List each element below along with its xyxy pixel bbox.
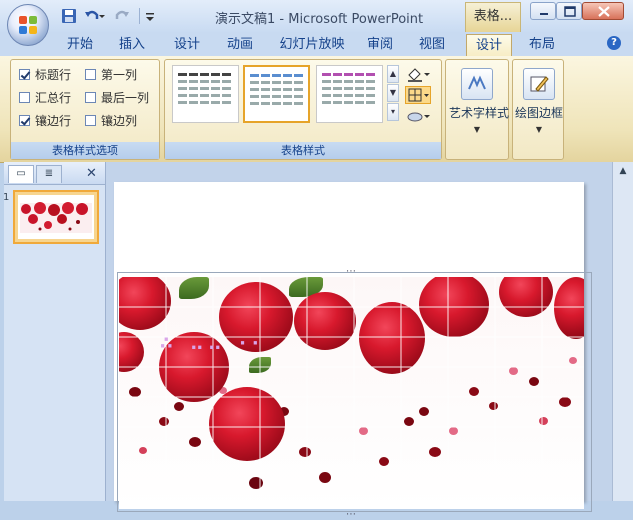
gallery-scroll-down-icon[interactable]: ▼ [387,84,399,102]
tab-insert[interactable]: 插入 [110,34,154,56]
table-style-swatch[interactable] [172,65,239,123]
wordart-icon [461,68,493,100]
wordart-styles-button[interactable]: 艺术字样式 ▼ [449,64,510,144]
office-button[interactable] [7,4,49,46]
tab-home[interactable]: 开始 [58,34,102,56]
tab-layout[interactable]: 布局 [520,34,564,56]
effects-icon[interactable] [405,107,431,125]
title-bar: 演示文稿1 - Microsoft PowerPoint 表格... [0,0,633,32]
context-tab-table-tools[interactable]: 表格... [465,2,521,32]
tab-slideshow[interactable]: 幻灯片放映 [272,34,352,56]
qat-separator [139,8,140,24]
tab-table-design[interactable]: 设计 [466,34,512,56]
gallery-more-icon[interactable]: ▾ [387,103,399,121]
slides-tab-icon[interactable]: ▭ [8,165,34,183]
vertical-scrollbar[interactable]: ▲ [612,162,633,501]
checkbox-banded-rows-box[interactable] [19,114,30,126]
checkbox-banded-columns[interactable]: 镶边列 [85,112,137,128]
checkbox-banded-columns-box[interactable] [85,114,96,126]
checkbox-first-column[interactable]: 第一列 [85,66,137,82]
checkbox-label: 汇总行 [35,90,72,105]
dropdown-arrow-icon: ▼ [473,125,481,134]
slide-bottom-text: ∴ ‥‥ ·· [160,333,265,354]
close-pane-icon[interactable]: ✕ [86,166,97,181]
draw-borders-button[interactable]: 绘图边框 ▼ [511,64,567,144]
maximize-button[interactable] [556,2,582,20]
group-label: 表格样式选项 [11,142,159,159]
checkbox-total-row[interactable]: 汇总行 [19,89,71,105]
checkbox-label: 镶边行 [35,113,72,128]
tab-view[interactable]: 视图 [410,34,454,56]
resize-handle-bottom[interactable]: ⋯ [346,509,357,520]
shading-icon[interactable] [405,65,431,83]
gallery-scroll-up-icon[interactable]: ▲ [387,65,399,83]
dropdown-arrow-icon: ▼ [535,125,543,134]
checkbox-label: 标题行 [35,67,72,82]
slide-number: 1 [3,192,10,203]
group-label: 表格样式 [165,142,441,159]
help-icon[interactable]: ? [607,36,621,50]
tab-review[interactable]: 审阅 [358,34,402,56]
checkbox-last-column-box[interactable] [85,91,96,103]
draw-borders-label: 绘图边框 [514,106,563,120]
checkbox-total-row-box[interactable] [19,91,30,103]
ribbon-panel: 标题行 第一列 汇总行 最后一列 镶边行 镶边列 表格样式选项 ▲ ▼ ▾ 表格… [0,56,633,163]
redo-icon[interactable] [113,7,131,25]
ribbon-tabs: 开始 插入 设计 动画 幻灯片放映 审阅 视图 设计 布局 [0,32,633,56]
close-button[interactable] [582,2,624,20]
undo-dropdown-icon[interactable] [98,7,106,25]
group-table-style-options: 标题行 第一列 汇总行 最后一列 镶边行 镶边列 表格样式选项 [10,59,160,160]
save-icon[interactable] [60,7,78,25]
group-table-styles: ▲ ▼ ▾ 表格样式 [164,59,442,160]
pane-tabs: ▭ ≣ ✕ [4,162,105,185]
group-draw-borders: 绘图边框 ▼ [512,59,564,160]
wordart-label: 艺术字样式 [449,106,510,120]
slide-thumbnail-image [18,195,94,239]
scroll-up-icon[interactable]: ▲ [616,166,630,180]
customize-icon[interactable] [145,7,155,25]
checkbox-last-column[interactable]: 最后一列 [85,89,149,105]
resize-handle-top[interactable]: ⋯ [346,266,357,277]
slides-pane: ▭ ≣ ✕ 1 [3,162,106,501]
slide-workspace: ⋯ ⋯ [106,162,612,520]
minimize-button[interactable] [530,2,556,20]
borders-icon[interactable] [405,86,431,104]
checkbox-label: 第一列 [101,67,138,82]
group-wordart: 艺术字样式 ▼ [445,59,509,160]
checkbox-label: 最后一列 [101,90,150,105]
checkbox-header-row-box[interactable] [19,68,30,80]
window-title: 演示文稿1 - Microsoft PowerPoint [215,12,424,27]
table-style-swatch-selected[interactable] [243,65,310,123]
office-logo-icon [19,16,37,34]
table-style-swatch[interactable] [316,65,383,123]
checkbox-banded-rows[interactable]: 镶边行 [19,112,71,128]
checkbox-label: 镶边列 [101,113,138,128]
tab-animations[interactable]: 动画 [218,34,262,56]
checkbox-header-row[interactable]: 标题行 [19,66,71,82]
table-grid-lines [119,277,584,509]
slide-thumbnail[interactable] [13,190,99,244]
tab-design[interactable]: 设计 [165,34,209,56]
outline-tab-icon[interactable]: ≣ [36,165,62,183]
checkbox-first-column-box[interactable] [85,68,96,80]
draw-borders-icon [523,68,555,100]
